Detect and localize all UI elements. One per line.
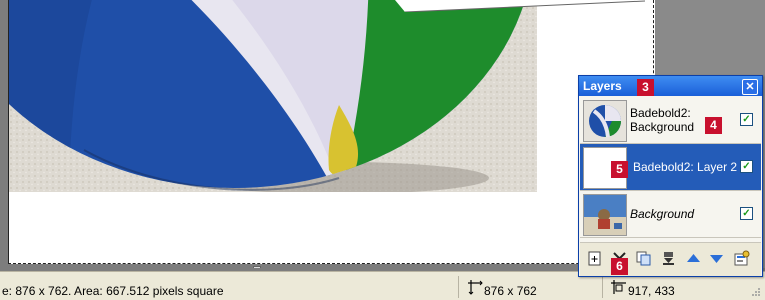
layer-name: Badebold2:: [630, 106, 691, 120]
layer-visibility-checkbox[interactable]: ✓: [740, 160, 753, 173]
close-icon[interactable]: ✕: [742, 79, 758, 95]
layer-name: Badebold2: Layer 2: [633, 160, 738, 174]
layers-panel: Layers ✕ Badebold2: Background ✓ Badebol…: [578, 75, 763, 277]
layer-name: Background: [630, 207, 695, 221]
image-size-icon: [468, 280, 483, 295]
move-layer-up-icon[interactable]: [685, 250, 702, 267]
callout-4: 4: [705, 117, 722, 134]
magazine-overlay-edge: [395, 0, 645, 12]
resize-grip-icon[interactable]: [751, 287, 761, 297]
layer-visibility-checkbox[interactable]: ✓: [740, 113, 753, 126]
selection-marquee-bottom: [8, 263, 654, 264]
beach-ball-image[interactable]: [9, 0, 537, 192]
status-separator: [602, 276, 603, 298]
layer-thumbnail: [583, 100, 627, 142]
selection-size-text: e: 876 x 762. Area: 667.512 pixels squar…: [2, 284, 224, 298]
image-dimensions-text: 876 x 762: [484, 284, 537, 298]
cursor-position-icon: [611, 280, 626, 294]
status-separator: [458, 276, 459, 298]
duplicate-layer-icon[interactable]: [635, 250, 652, 267]
layer-visibility-checkbox[interactable]: ✓: [740, 207, 753, 220]
callout-5: 5: [611, 161, 628, 178]
new-layer-icon[interactable]: [586, 250, 603, 267]
layer-row[interactable]: Background ✓: [580, 191, 761, 238]
layer-properties-icon[interactable]: [733, 250, 750, 267]
cursor-position-text: 917, 433: [628, 284, 675, 298]
layer-row[interactable]: Badebold2: Background ✓: [580, 97, 761, 144]
layer-thumbnail: [583, 194, 627, 236]
merge-layer-icon[interactable]: [660, 250, 677, 267]
layer-row-selected[interactable]: Badebold2: Layer 2 ✓: [580, 144, 761, 191]
layers-panel-titlebar[interactable]: Layers ✕: [579, 76, 762, 96]
callout-6: 6: [611, 258, 628, 275]
canvas-resize-handle[interactable]: [253, 266, 261, 268]
layers-toolbar: [580, 242, 761, 276]
layers-panel-title: Layers: [583, 79, 622, 93]
callout-3: 3: [637, 79, 654, 96]
move-layer-down-icon[interactable]: [708, 250, 725, 267]
layer-name-line2: Background: [630, 120, 695, 134]
